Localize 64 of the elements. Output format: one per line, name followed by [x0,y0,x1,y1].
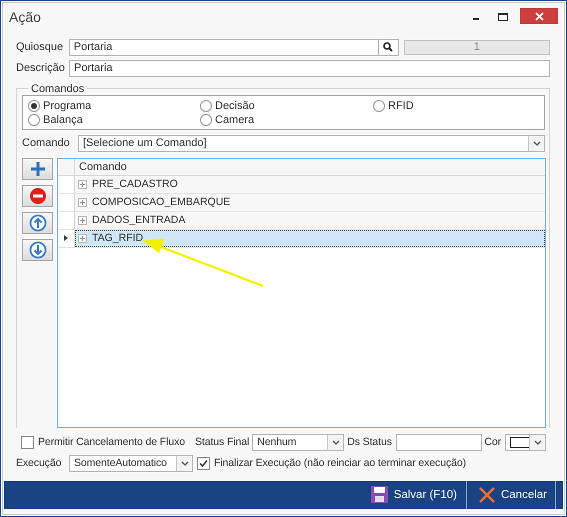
table-cell: PRE_CADASTRO [92,178,178,190]
table-row[interactable]: COMPOSICAO_EMBARQUE [75,194,545,211]
color-dropdown[interactable] [505,434,546,451]
field-label: Quiosque [16,41,64,54]
dropdown[interactable]: Nenhum [252,434,344,451]
table-cell: TAG_RFID [92,232,144,244]
caret-icon [330,438,341,447]
expand-icon [78,234,87,243]
caret-icon [180,458,190,468]
radio-label: Programa [43,100,92,112]
input-field[interactable]: Portaria [69,60,550,77]
group-title: Comandos [30,82,86,95]
checkbox-label: Permitir Cancelamento de Fluxo [38,436,185,448]
dropdown[interactable]: [Selecione um Comando] [78,134,545,152]
maximize-icon [498,12,508,21]
field-label: Descrição [16,62,66,74]
field-label: Execução [16,457,62,470]
checkbox-label: Finalizar Execução (não reinciar ao terminar execução) [214,457,466,470]
checkbox[interactable] [21,436,34,449]
table-row[interactable]: PRE_CADASTRO [75,176,545,193]
table-row[interactable]: TAG_RFID [75,230,545,247]
radio-button[interactable] [373,100,385,112]
radio-button[interactable] [200,114,212,126]
expand-icon [78,180,87,189]
code-field: 1 [404,40,550,55]
input-field[interactable]: Portaria [68,38,379,56]
minus-circle-icon [28,186,46,205]
dropdown[interactable]: SomenteAutomatico [69,454,193,472]
move-down-button[interactable] [22,238,53,261]
radio-label: Decisão [215,100,255,112]
move-up-button[interactable] [22,212,53,234]
table-cell: COMPOSICAO_EMBARQUE [92,196,230,208]
field-label: Ds Status [347,436,392,448]
input-field[interactable] [396,434,482,451]
save-button[interactable]: Salvar (F10) [360,480,467,509]
table-row[interactable]: DADOS_ENTRADA [75,212,545,229]
cancel-button[interactable]: Cancelar [468,480,556,509]
radio-label: Camera [215,114,254,126]
check-icon [199,458,208,468]
field-label: Cor [484,436,501,448]
table-cell: DADOS_ENTRADA [92,214,186,226]
search-button[interactable] [378,38,399,56]
expand-icon [78,198,87,207]
caret-icon [532,438,542,447]
radio-button[interactable] [28,100,40,112]
checkbox[interactable] [197,456,210,470]
field-label: Comando [22,137,71,150]
window-title: Ação [9,8,42,25]
row-indicator-icon [64,235,68,242]
radio-button[interactable] [28,114,40,126]
caret-icon [532,138,542,148]
radio-button[interactable] [200,100,212,112]
search-icon [383,42,394,52]
close-button[interactable] [520,8,558,24]
add-button[interactable] [22,158,53,180]
radio-label: RFID [388,100,414,112]
radio-label: Balança [43,114,83,126]
plus-icon [28,160,46,178]
field-label: Status Final [194,436,250,448]
close-icon [534,12,544,20]
close-icon [478,486,495,503]
expand-icon [78,216,87,225]
remove-button[interactable] [22,184,53,207]
color-swatch [510,436,529,448]
